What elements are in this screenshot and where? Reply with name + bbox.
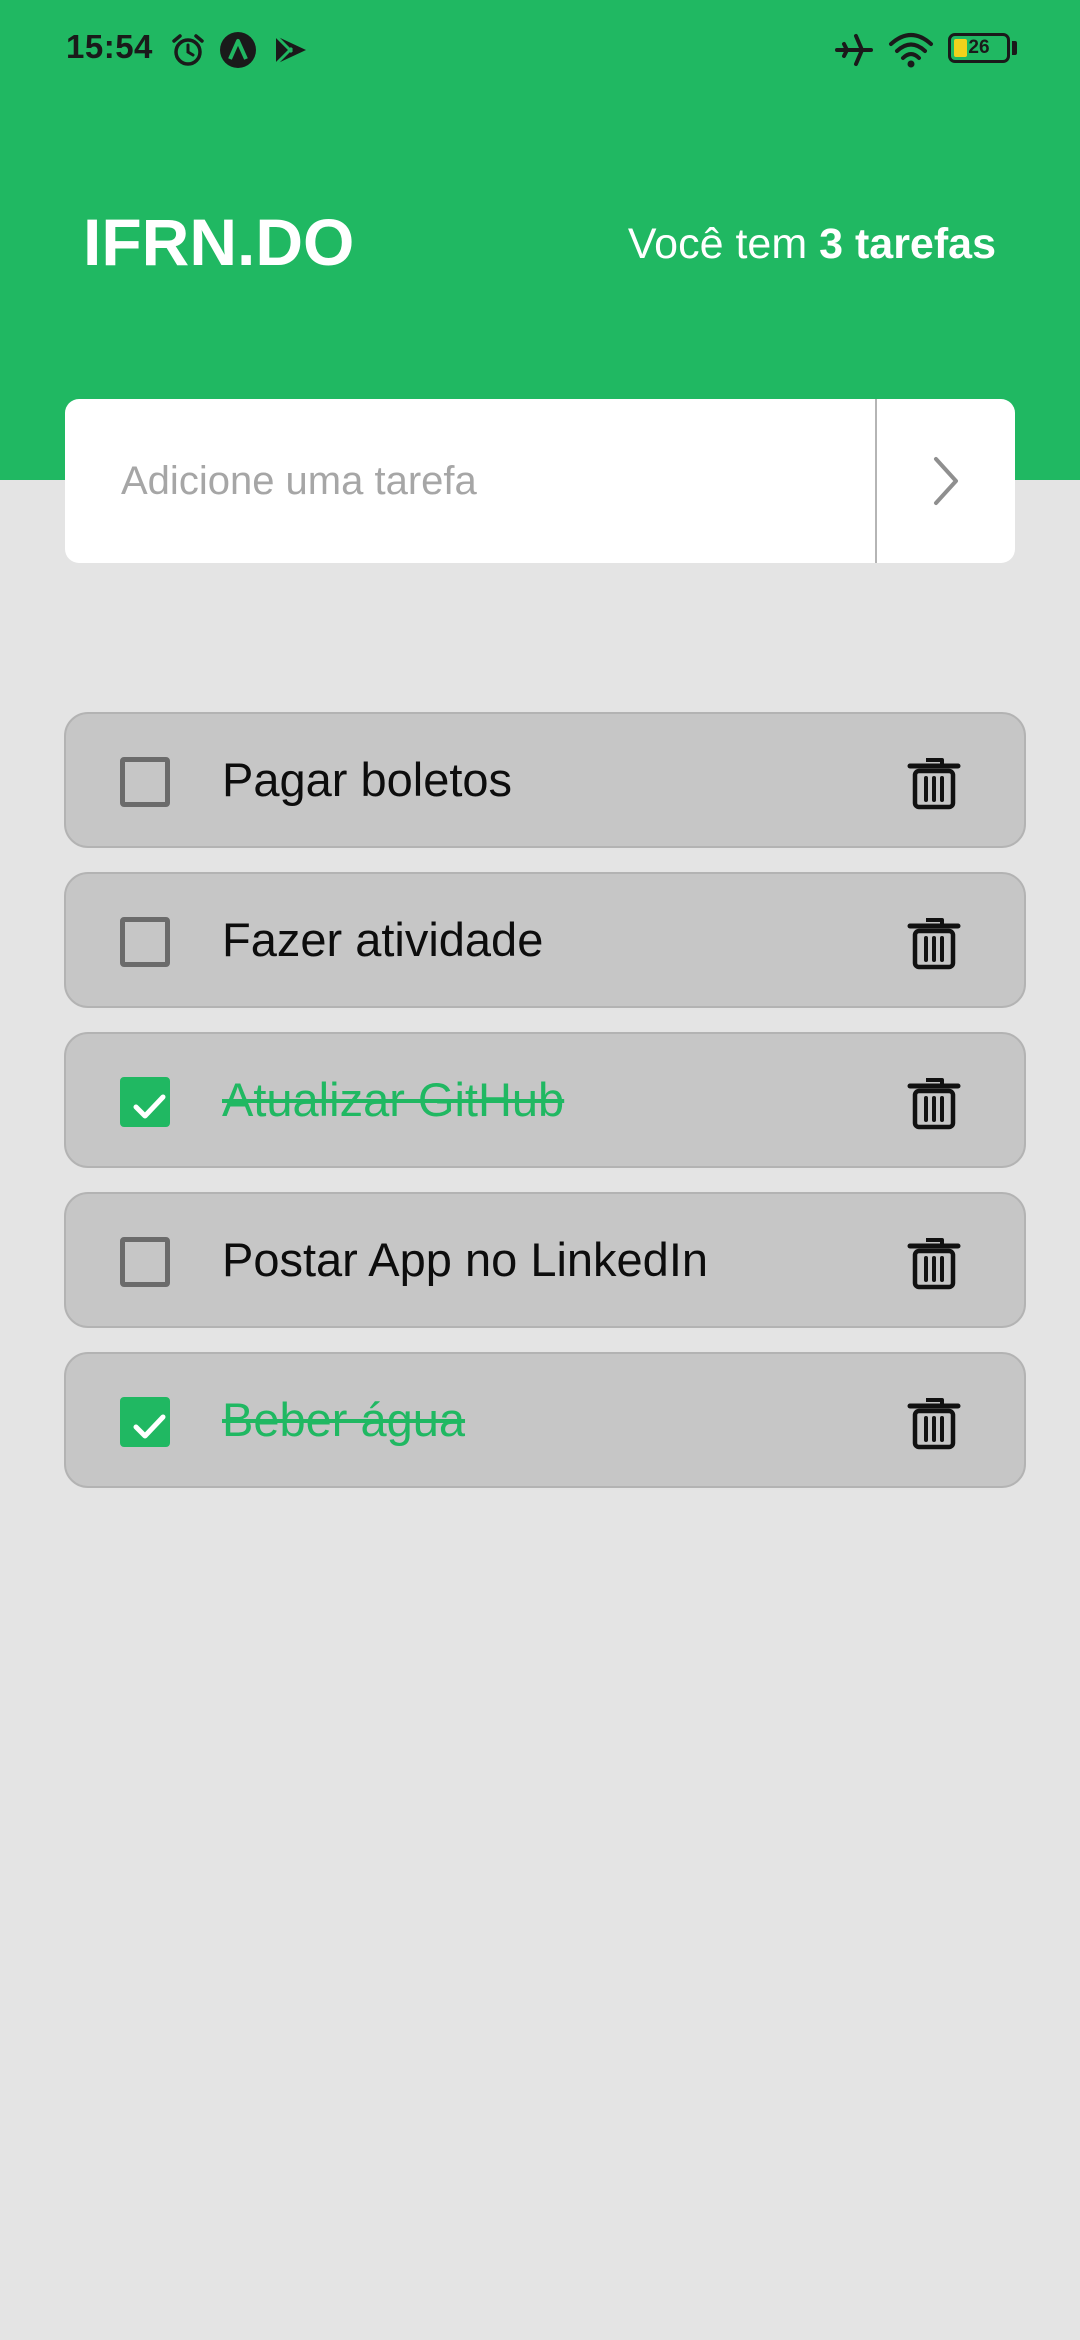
checkbox-checked[interactable]: [120, 1077, 170, 1127]
app-icon: [220, 32, 256, 68]
battery-level: 26: [968, 37, 990, 58]
checkmark-icon: [133, 1094, 166, 1119]
checkbox-unchecked[interactable]: [120, 757, 170, 807]
delete-task-button[interactable]: [904, 752, 964, 812]
checkbox-checked[interactable]: [120, 1397, 170, 1447]
delete-task-button[interactable]: [904, 1232, 964, 1292]
task-label: Pagar boletos: [222, 753, 513, 806]
trash-icon: [907, 1238, 961, 1290]
trash-icon: [907, 758, 961, 810]
task-label: Fazer atividade: [222, 913, 544, 966]
add-task-button[interactable]: [877, 399, 1015, 563]
task-item[interactable]: Postar App no LinkedIn: [64, 1192, 1026, 1328]
app-title: IFRN.DO: [83, 205, 355, 279]
status-time: 15:54: [66, 28, 153, 65]
trash-icon: [907, 918, 961, 970]
checkbox-unchecked[interactable]: [120, 1237, 170, 1287]
status-bar: 15:54 26: [0, 0, 1080, 100]
task-list: Pagar boletos Fazer atividade Atualizar Gi…: [64, 712, 1026, 1512]
delete-task-button[interactable]: [904, 912, 964, 972]
task-item[interactable]: Atualizar GitHub: [64, 1032, 1026, 1168]
battery-cap: [1012, 41, 1017, 55]
checkbox-unchecked[interactable]: [120, 917, 170, 967]
task-label: Beber água: [222, 1393, 466, 1446]
task-counter: Você tem 3 tarefas: [628, 218, 996, 270]
new-task-input[interactable]: [65, 399, 875, 563]
delete-task-button[interactable]: [904, 1392, 964, 1452]
battery-icon: 26: [948, 33, 1010, 63]
trash-icon: [907, 1078, 961, 1130]
trash-icon: [907, 1398, 961, 1450]
task-item[interactable]: Pagar boletos: [64, 712, 1026, 848]
alarm-icon: [172, 34, 204, 66]
play-store-icon: [274, 34, 306, 66]
chevron-right-icon: [934, 457, 958, 505]
task-counter-value: 3 tarefas: [819, 220, 996, 268]
task-label: Atualizar GitHub: [222, 1073, 565, 1126]
task-label: Postar App no LinkedIn: [222, 1233, 709, 1286]
checkmark-icon: [133, 1414, 166, 1439]
airplane-icon: [835, 34, 873, 66]
task-item[interactable]: Fazer atividade: [64, 872, 1026, 1008]
new-task-form: [65, 399, 1015, 563]
task-item[interactable]: Beber água: [64, 1352, 1026, 1488]
wifi-icon: [889, 33, 933, 68]
delete-task-button[interactable]: [904, 1072, 964, 1132]
task-counter-prefix: Você tem: [627, 220, 820, 268]
